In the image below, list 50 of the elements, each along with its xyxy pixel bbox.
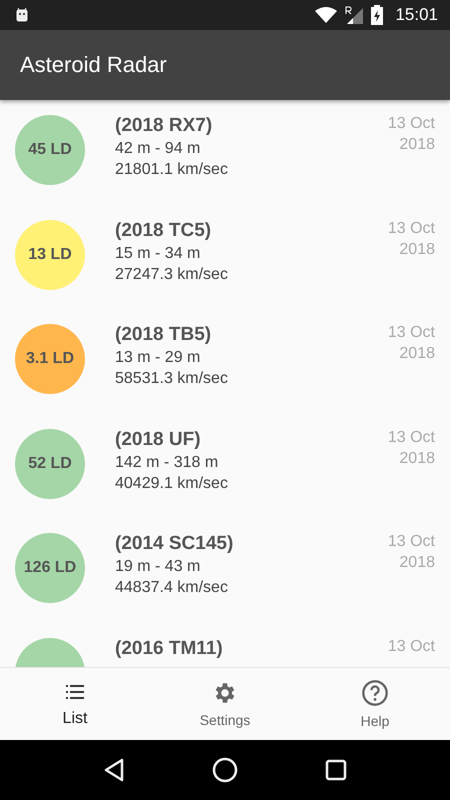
app-title: Asteroid Radar (20, 52, 167, 78)
date-label: 13 Oct (388, 428, 435, 446)
year-label: 2018 (399, 450, 435, 468)
size-range: 13 m - 29 m (115, 349, 202, 367)
distance-label: 13 LD (28, 246, 72, 264)
asteroid-name: (2018 TB5) (115, 324, 212, 346)
back-icon[interactable] (103, 758, 126, 782)
distance-label: 126 LD (24, 559, 76, 577)
distance-label: 3.1 LD (26, 350, 74, 368)
robot-icon (15, 8, 29, 22)
asteroid-row[interactable]: 126 LD (2014 SC145) 19 m - 43 m 44837.4 km/sec 13 Oct 2018 (0, 518, 450, 622)
velocity: 44837.4 km/sec (115, 579, 229, 597)
year-label: 2018 (399, 345, 435, 363)
date-label: 13 Oct (388, 533, 435, 551)
asteroid-name: (2016 TM11) (115, 638, 224, 660)
distance-label: 52 LD (28, 454, 72, 472)
date-label: 13 Oct (388, 115, 435, 133)
home-icon[interactable] (212, 757, 238, 783)
asteroid-row[interactable]: 52 LD (2018 UF) 142 m - 318 m 40429.1 km/sec 13 Oct 2018 (0, 414, 450, 518)
year-label: 2018 (399, 240, 435, 258)
asteroid-row[interactable]: 3.1 LD (2018 TB5) 13 m - 29 m 58531.3 km/sec 13 Oct 2018 (0, 309, 450, 414)
asteroid-row[interactable]: 13 LD (2018 TC5) 15 m - 34 m 27247.3 km/sec 13 Oct 2018 (0, 204, 450, 309)
date-label: 13 Oct (388, 324, 435, 342)
battery-icon (371, 5, 384, 25)
signal-icon (345, 6, 364, 24)
distance-label: 45 LD (28, 141, 72, 159)
recents-icon[interactable] (324, 759, 347, 781)
velocity: 21801.1 km/sec (115, 161, 229, 179)
list-tab[interactable]: List (0, 668, 150, 740)
size-range: 142 m - 318 m (115, 454, 220, 472)
clock-time: 15:01 (395, 5, 438, 25)
year-label: 2018 (399, 136, 435, 154)
date-label: 13 Oct (388, 220, 435, 238)
velocity: 58531.3 km/sec (115, 370, 229, 388)
year-label: 2018 (399, 554, 435, 572)
help-tab[interactable]: Help (300, 668, 450, 740)
velocity: 40429.1 km/sec (115, 474, 229, 492)
asteroid-row[interactable]: 45 LD (2018 RX7) 42 m - 94 m 21801.1 km/sec 13 Oct 2018 (0, 100, 450, 204)
help-icon (361, 679, 389, 707)
asteroid-name: (2018 UF) (115, 428, 202, 450)
size-range: 15 m - 34 m (115, 244, 202, 262)
asteroid-name: (2018 TC5) (115, 220, 212, 242)
size-range: 42 m - 94 m (115, 140, 202, 158)
size-range: 19 m - 43 m (115, 558, 202, 576)
asteroid-name: (2018 RX7) (115, 115, 214, 137)
velocity: 27247.3 km/sec (115, 266, 229, 284)
date-label: 13 Oct (388, 638, 435, 656)
wifi-icon (315, 7, 338, 23)
settings-tab[interactable]: Settings (150, 668, 300, 740)
asteroid-name: (2014 SC145) (115, 533, 234, 555)
